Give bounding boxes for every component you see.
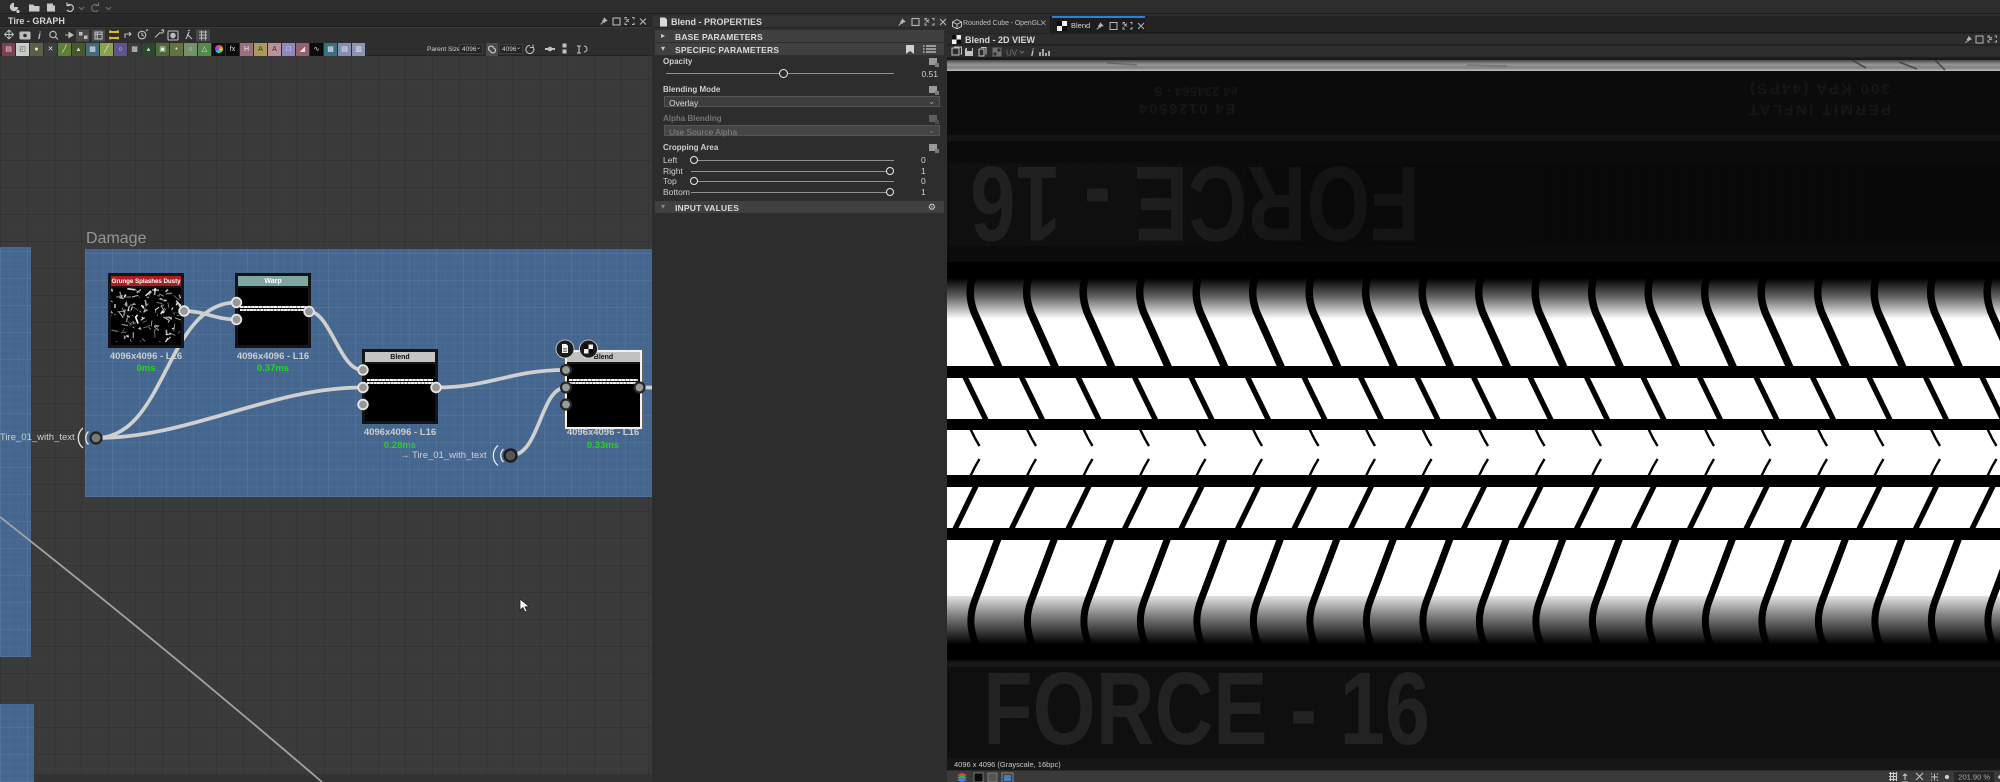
svg-text:201.90 %: 201.90 % xyxy=(1958,773,1990,782)
svg-text:FORCE - 16: FORCE - 16 xyxy=(983,660,1430,758)
svg-text:i: i xyxy=(1031,48,1034,58)
svg-text:UV: UV xyxy=(1006,49,1018,58)
svg-text:i: i xyxy=(38,31,41,42)
